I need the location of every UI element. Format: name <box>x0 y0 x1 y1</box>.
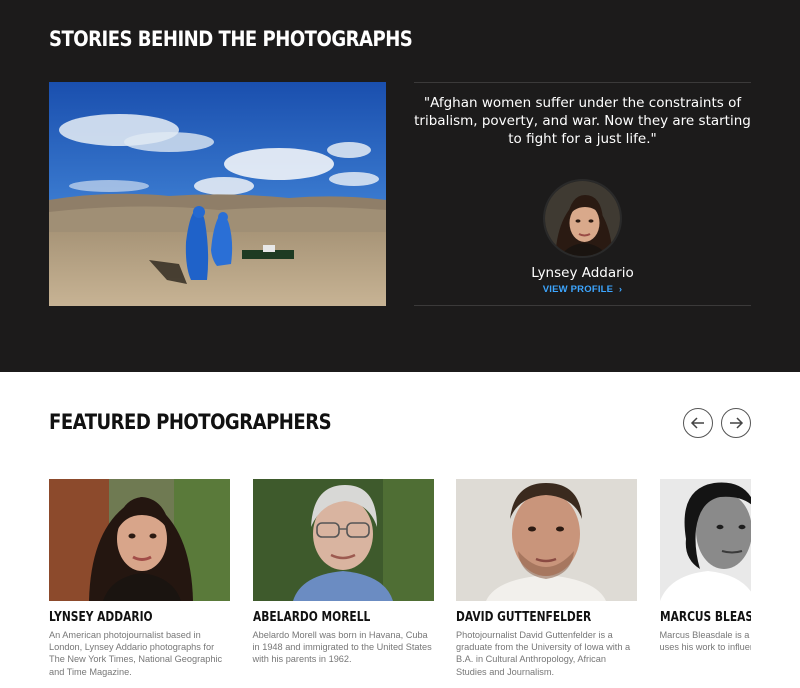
photographer-name[interactable]: DAVID GUTTENFELDER <box>456 610 604 625</box>
photographer-name[interactable]: MARCUS BLEASDALE <box>660 610 752 625</box>
view-profile-label[interactable]: VIEW PROFILE <box>543 284 614 295</box>
arrow-right-icon <box>730 417 744 429</box>
quote-panel: "Afghan women suffer under the constrain… <box>414 82 751 306</box>
stories-title: STORIES BEHIND THE PHOTOGRAPHS <box>49 27 413 51</box>
photographer-name[interactable]: LYNSEY ADDARIO <box>49 610 197 625</box>
photographer-bio: Abelardo Morell was born in Havana, Cuba… <box>252 630 432 665</box>
photographer-photo[interactable] <box>252 479 434 601</box>
photographer-avatar[interactable] <box>543 179 622 258</box>
stories-section: STORIES BEHIND THE PHOTOGRAPHS "Afghan w… <box>0 0 800 372</box>
photographer-name: Lynsey Addario <box>531 265 634 281</box>
photographer-photo[interactable] <box>659 479 751 601</box>
story-photo[interactable] <box>49 82 386 306</box>
view-profile-link[interactable]: VIEW PROFILE › <box>414 284 751 295</box>
photographer-name[interactable]: ABELARDO MORELL <box>253 610 401 625</box>
previous-button[interactable] <box>683 408 713 438</box>
quote-text: "Afghan women suffer under the constrain… <box>414 95 751 147</box>
photographer-bio: Photojournalist David Guttenfelder is a … <box>456 630 631 677</box>
photographer-bio: Marcus Bleasdale is a photojournalist wh… <box>659 630 752 653</box>
arrow-left-icon <box>690 417 704 429</box>
next-button[interactable] <box>721 408 751 438</box>
photographer-card[interactable]: MARCUS BLEASDALE Marcus Bleasdale is a p… <box>659 479 752 653</box>
photographer-card[interactable]: DAVID GUTTENFELDER Photojournalist David… <box>456 479 637 678</box>
photographer-card[interactable]: ABELARDO MORELL Abelardo Morell was born… <box>252 479 434 666</box>
photographer-card[interactable]: LYNSEY ADDARIO An American photojournali… <box>49 479 230 678</box>
photographer-photo[interactable] <box>49 479 230 601</box>
photographer-photo[interactable] <box>456 479 637 601</box>
photographer-bio: An American photojournalist based in Lon… <box>49 630 223 677</box>
photographers-carousel: LYNSEY ADDARIO An American photojournali… <box>49 479 751 688</box>
featured-title: FEATURED PHOTOGRAPHERS <box>49 410 332 434</box>
chevron-right-icon: › <box>616 284 623 295</box>
